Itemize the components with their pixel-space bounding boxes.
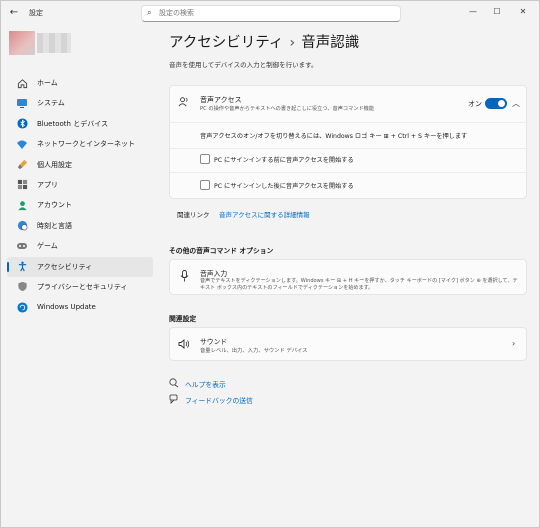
checkbox-label: PC にサインインした後に音声アクセスを開始する [214,182,354,190]
start-after-signin-checkbox[interactable] [200,180,210,190]
back-button[interactable]: ← [7,6,21,20]
speaker-icon [178,339,190,352]
divider [170,122,528,123]
chevron-right-icon: › [512,339,516,348]
maximize-button[interactable]: ☐ [489,5,505,19]
get-help-label: ヘルプを表示 [185,381,226,389]
sidebar-item-label: ネットワークとインターネット [37,140,135,149]
start-before-signin-checkbox[interactable] [200,154,210,164]
voice-access-learn-more-link[interactable]: 音声アクセスに関する詳細情報 [219,209,310,219]
voice-typing-subtitle: 音声でテキストをディクテーションします。Windows キー ⊞ + H キーを… [200,278,518,291]
shortcut-info: 音声アクセスのオン/オフを切り替えるには、Windows ロゴ キー ⊞ + C… [200,133,468,140]
sidebar-item-privacy[interactable]: プライバシーとセキュリティ [7,277,153,297]
voice-access-toggle[interactable] [485,98,507,109]
voice-access-icon [178,96,189,110]
minimize-button[interactable]: — [465,5,481,19]
sidebar-item-personalization[interactable]: 個人用設定 [7,155,153,175]
sidebar-item-time-language[interactable]: 時刻と言語 [7,216,153,236]
voice-access-card: 音声アクセス PC の操作や音声からテキストへの書き起こしに役立つ、音声コマンド… [169,85,528,199]
breadcrumb-parent[interactable]: アクセシビリティ [169,35,283,51]
chevron-up-icon[interactable]: ︿ [512,98,520,109]
sound-settings-card[interactable]: サウンド 音量レベル、出力、入力、サウンド デバイス › [169,327,527,361]
sound-title: サウンド [200,338,228,346]
close-button[interactable]: ✕ [515,5,531,19]
bluetooth-icon [14,116,30,132]
apps-icon [14,177,30,193]
sidebar-item-label: システム [37,99,65,108]
avatar[interactable] [9,31,35,55]
sidebar-item-windows-update[interactable]: Windows Update [7,297,153,317]
sidebar-item-accessibility[interactable]: アクセシビリティ [7,256,153,277]
sound-subtitle: 音量レベル、出力、入力、サウンド デバイス [200,348,308,354]
sidebar-item-label: Windows Update [37,303,96,312]
page-description: 音声を使用してデバイスの入力と制御を行います。 [169,61,318,69]
wifi-icon [14,136,30,152]
breadcrumb-separator: › [289,35,296,51]
toggle-state-label: オン [468,100,482,108]
sidebar-item-apps[interactable]: アプリ [7,175,153,195]
voice-typing-title: 音声入力 [200,270,228,278]
divider [170,172,528,173]
page-title: アクセシビリティ › 音声認識 [169,31,359,52]
related-links-row: 関連リンク 音声アクセスに関する詳細情報 [169,203,527,221]
globe-clock-icon [14,218,30,234]
breadcrumb-current: 音声認識 [301,35,360,51]
microphone-icon [180,270,189,285]
sidebar-item-label: 個人用設定 [37,160,72,169]
sidebar-item-bluetooth[interactable]: Bluetooth とデバイス [7,114,153,134]
sidebar-item-network[interactable]: ネットワークとインターネット [7,134,153,154]
search-input[interactable] [159,9,389,17]
other-commands-heading: その他の音声コマンド オプション [169,247,274,255]
start-after-signin-row[interactable]: PC にサインインした後に音声アクセスを開始する [200,180,354,190]
related-links-label: 関連リンク [177,211,210,219]
brush-icon [14,157,30,173]
settings-window: ← 設定 ⌕ — ☐ ✕ ホーム システム Bluetooth とデバ [0,0,540,528]
voice-access-title: 音声アクセス [200,96,242,104]
sidebar-item-accounts[interactable]: アカウント [7,195,153,215]
user-name-blurred [37,33,71,53]
search-icon: ⌕ [147,8,152,17]
sidebar-item-label: アクセシビリティ [37,262,93,271]
accessibility-icon [14,259,30,275]
sidebar-item-label: プライバシーとセキュリティ [37,282,128,291]
title-bar: ← 設定 ⌕ — ☐ ✕ [1,1,540,25]
monitor-icon [14,95,30,111]
start-before-signin-row[interactable]: PC にサインインする前に音声アクセスを開始する [200,154,354,164]
feedback-icon [169,394,181,406]
sidebar-item-label: アプリ [37,180,58,189]
voice-access-subtitle: PC の操作や音声からテキストへの書き起こしに役立つ、音声コマンド機能 [200,106,375,112]
sidebar-item-label: 時刻と言語 [37,221,72,230]
home-icon [14,75,30,91]
sidebar-item-system[interactable]: システム [7,93,153,113]
search-box[interactable]: ⌕ [141,5,401,22]
get-help-link[interactable]: ヘルプを表示 [169,378,226,390]
help-icon [169,378,181,390]
related-settings-heading: 関連設定 [169,315,197,323]
voice-typing-card: 音声入力 音声でテキストをディクテーションします。Windows キー ⊞ + … [169,259,527,295]
divider [170,148,528,149]
sidebar-item-label: ゲーム [37,242,58,251]
checkbox-label: PC にサインインする前に音声アクセスを開始する [214,156,354,164]
sidebar-item-label: ホーム [37,79,58,87]
feedback-label: フィードバックの送信 [185,397,253,405]
sidebar-item-home[interactable]: ホーム [7,73,153,93]
sidebar-item-gaming[interactable]: ゲーム [7,236,153,256]
update-icon [14,299,30,315]
app-title: 設定 [29,9,43,17]
sidebar-item-label: アカウント [37,201,72,210]
shield-icon [14,279,30,295]
sidebar-nav: ホーム システム Bluetooth とデバイス ネットワークとインターネット … [7,73,153,318]
gamepad-icon [14,238,30,254]
feedback-link[interactable]: フィードバックの送信 [169,394,253,406]
sidebar-item-label: Bluetooth とデバイス [37,119,108,128]
person-icon [14,197,30,213]
